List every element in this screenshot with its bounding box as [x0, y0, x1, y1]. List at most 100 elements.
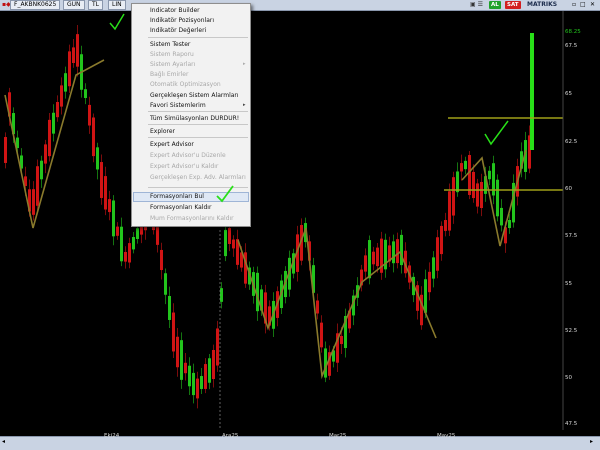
close-icon[interactable]: ✕: [590, 0, 595, 10]
sat-button[interactable]: SAT: [505, 1, 521, 9]
candle: [136, 228, 139, 239]
menu-item-system-report: Sistem Raporu: [150, 51, 194, 58]
menu-item-auto-optimization: Otomatik Optimizasyon: [150, 81, 221, 88]
candle: [56, 102, 59, 118]
candle: [192, 372, 195, 396]
menu-item-system-alarms[interactable]: Gerçekleşen Sistem Alarmları: [150, 91, 239, 100]
candle: [204, 364, 207, 389]
x-tick: Ara25: [222, 433, 239, 439]
y-tick: 67.5: [565, 43, 578, 49]
candle: [464, 160, 467, 170]
y-tick: 50: [565, 375, 572, 381]
candle: [392, 241, 395, 264]
candlestick-series: [4, 24, 534, 409]
candle: [88, 104, 91, 126]
candle: [324, 348, 327, 378]
candle: [76, 34, 79, 67]
candle: [188, 365, 191, 387]
candle: [460, 163, 463, 172]
submenu-arrow-icon: ▸: [243, 102, 246, 108]
menu-item-remove-expert-advisor: Expert Advisor'u Kaldır: [150, 163, 219, 170]
submenu-arrow-icon: ▸: [243, 61, 246, 67]
x-tick: Eki24: [104, 433, 120, 439]
al-button[interactable]: AL: [489, 1, 501, 9]
symbol-field[interactable]: F_AKBNK0625: [10, 0, 61, 10]
candle: [36, 166, 39, 206]
menu-item-indicator-values[interactable]: Indikatör Değerleri: [150, 26, 206, 35]
menu-item-indicator-positions[interactable]: Indikatör Pozisyonları: [150, 16, 214, 25]
menu-item-remove-patterns[interactable]: Formasyonları Kaldır: [150, 203, 211, 212]
menu-item-remove-candle-patterns: Mum Formasyonlarını Kaldır: [150, 215, 234, 222]
candle: [112, 200, 115, 237]
candle: [496, 179, 499, 217]
y-tick: 65: [565, 91, 572, 97]
scroll-right-icon[interactable]: ▸: [590, 437, 593, 447]
candle: [176, 336, 179, 368]
candle: [160, 249, 163, 271]
candle: [108, 199, 111, 213]
candle: [216, 328, 219, 366]
candle: [444, 220, 447, 231]
candle: [96, 147, 99, 170]
candle: [436, 237, 439, 271]
menu-separator: [148, 111, 248, 112]
context-menu[interactable]: Indicator Builder Indikatör Pozisyonları…: [131, 3, 251, 227]
candle: [508, 219, 511, 229]
menu-item-expert-advisor[interactable]: Expert Advisor: [150, 140, 194, 149]
candle: [220, 288, 223, 302]
candle: [100, 162, 103, 198]
time-axis-bar[interactable]: ◂ ▸: [0, 436, 600, 450]
candle: [52, 112, 55, 134]
menu-separator: [148, 137, 248, 138]
candle: [128, 243, 131, 263]
y-tick: 52.5: [565, 328, 578, 334]
candle: [500, 207, 503, 226]
candle: [530, 33, 534, 150]
candle: [132, 237, 135, 250]
candle: [232, 239, 235, 249]
candle: [116, 226, 119, 236]
menu-item-system-tester[interactable]: Sistem Tester: [150, 40, 190, 49]
candle: [340, 335, 343, 345]
candle: [368, 240, 371, 279]
menu-item-find-patterns[interactable]: Formasyonları Bul: [150, 192, 204, 201]
chart-type-field[interactable]: LIN: [108, 0, 126, 10]
chart-title-bar: ▪◆ F_AKBNK0625 GUN TL LIN ▣ ☰ AL SAT MAT…: [0, 0, 600, 11]
candle: [164, 273, 167, 295]
menu-item-exp-adv-alarms: Gerçekleşen Exp. Adv. Alarmları: [150, 174, 246, 181]
check-mark-icon: [216, 185, 234, 203]
menu-item-indicator-builder[interactable]: Indicator Builder: [150, 6, 200, 15]
candle: [364, 255, 367, 272]
x-tick: May25: [437, 433, 456, 439]
scroll-left-icon[interactable]: ◂: [2, 437, 5, 447]
brand-label: MATRIKS: [527, 1, 558, 8]
y-tick: 55: [565, 281, 572, 287]
candle: [184, 362, 187, 374]
candle: [4, 137, 7, 163]
candle: [196, 378, 199, 399]
price-chart[interactable]: [0, 11, 600, 436]
candle: [48, 119, 51, 157]
y-tick: 57.5: [565, 233, 578, 239]
toolbar-icons[interactable]: ▣ ☰: [470, 0, 483, 10]
currency-field[interactable]: TL: [88, 0, 104, 10]
minimize-icon[interactable]: ▫: [572, 0, 576, 10]
candle: [452, 177, 455, 216]
y-tick: 68.25: [565, 29, 581, 35]
menu-item-stop-simulations[interactable]: Tüm Simülasyonları DURDUR!: [150, 114, 239, 123]
candle: [172, 312, 175, 352]
candle: [84, 89, 87, 98]
maximize-icon[interactable]: □: [580, 0, 586, 10]
candle: [32, 189, 35, 215]
candle: [440, 225, 443, 255]
candle: [208, 358, 211, 383]
candle: [480, 181, 483, 209]
candle: [376, 247, 379, 267]
candle: [400, 234, 403, 266]
candle: [228, 227, 231, 245]
menu-item-favorite-systems[interactable]: Favori Sistemlerim: [150, 101, 206, 110]
check-mark-icon: [109, 13, 125, 31]
period-field[interactable]: GUN: [63, 0, 85, 10]
candle: [92, 117, 95, 157]
menu-item-explorer[interactable]: Explorer: [150, 127, 175, 136]
